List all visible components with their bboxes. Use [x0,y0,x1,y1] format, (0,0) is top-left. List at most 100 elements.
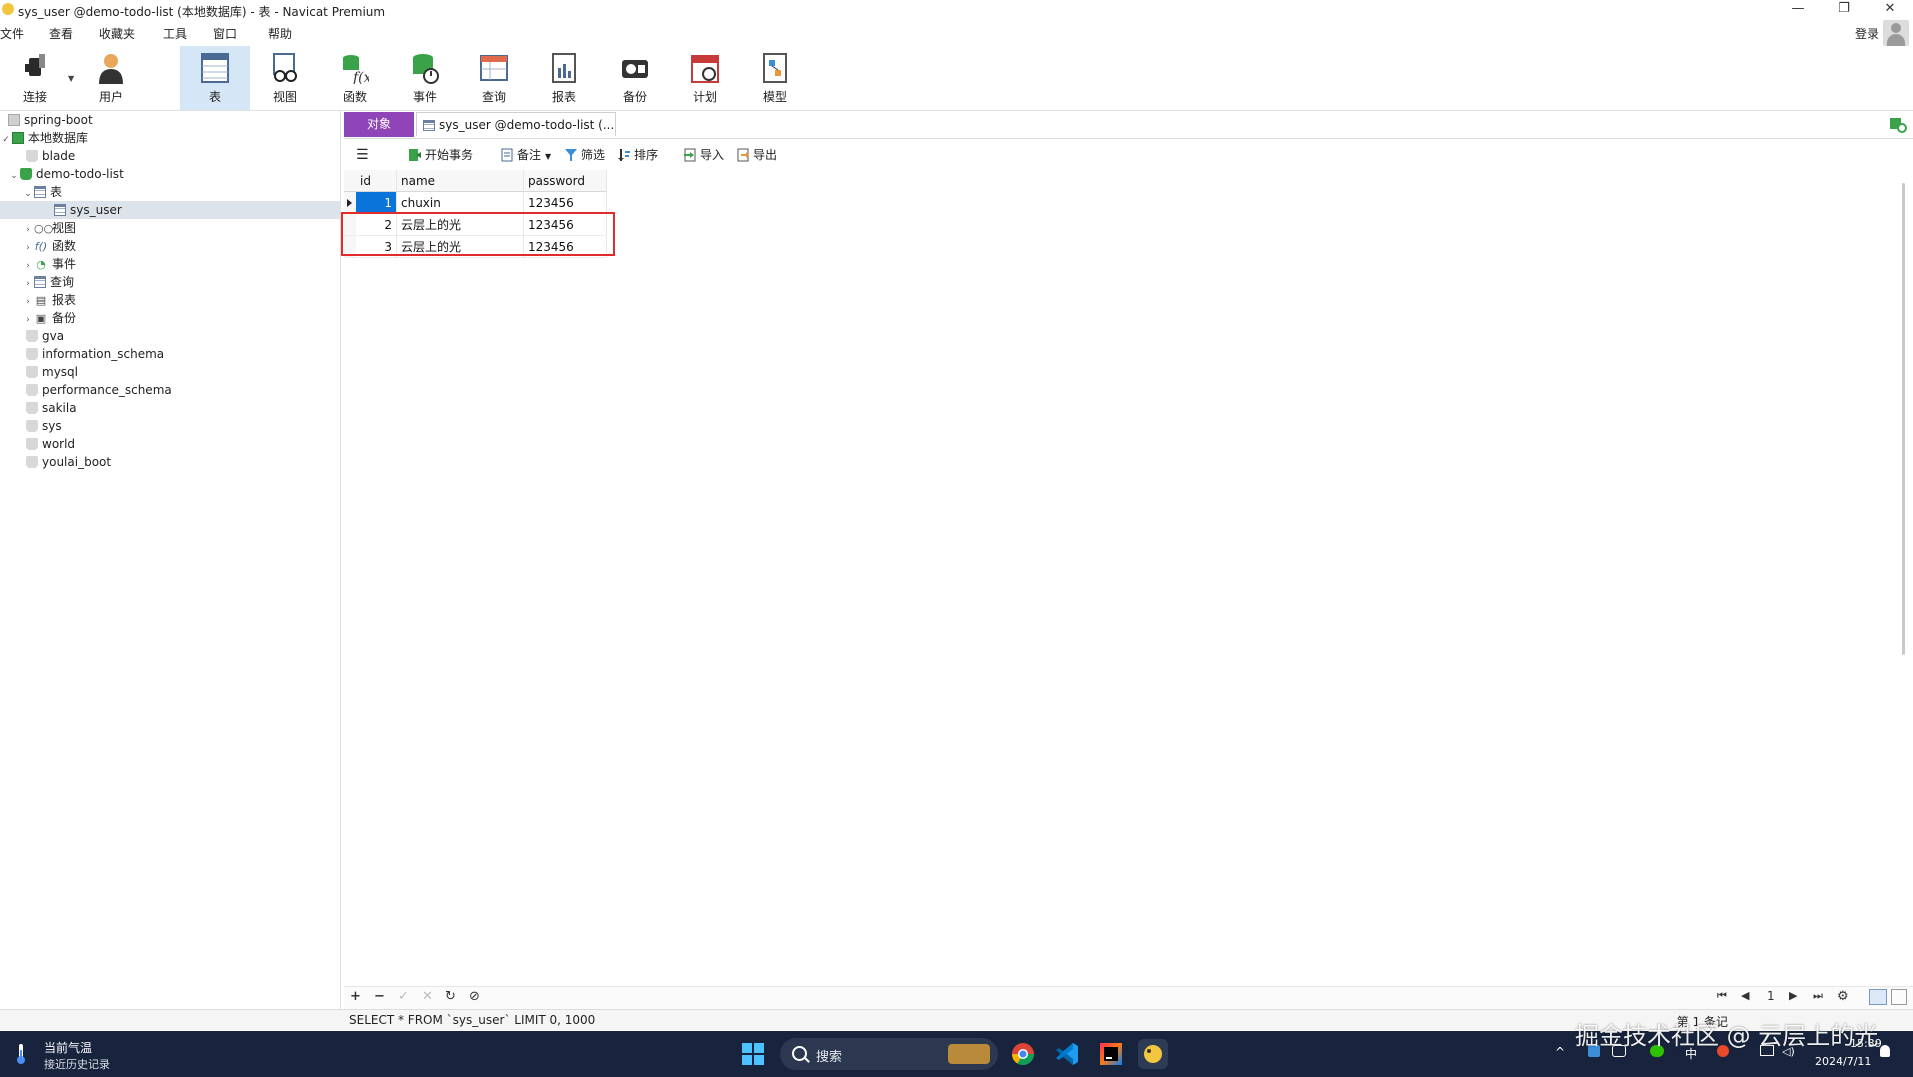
tree-db-performance-schema[interactable]: performance_schema [26,381,172,399]
last-page-button[interactable]: ⏭ [1813,989,1823,1003]
apply-changes-button[interactable]: ✓ [398,989,409,1004]
new-connection-icon[interactable] [1889,115,1907,133]
tree-folder-events[interactable]: › ◔ 事件 [22,255,76,273]
cell-name[interactable]: chuxin [397,192,524,214]
notification-bell-icon[interactable] [1880,1045,1890,1057]
tree-folder-backups[interactable]: › ▣ 备份 [22,309,76,327]
annotation-highlight-box [341,212,615,256]
tree-db-gva[interactable]: gva [26,327,64,345]
tab-objects[interactable]: 对象 [344,112,414,137]
menu-help[interactable]: 帮助 [268,25,292,42]
next-page-button[interactable]: ▶ [1789,989,1797,1002]
toolbar-schedule-button[interactable]: 计划 [670,46,740,110]
note-button[interactable]: 备注 ▼ [500,146,551,164]
prev-page-button[interactable]: ◀ [1741,989,1749,1002]
avatar[interactable] [1883,20,1909,46]
chevron-down-icon[interactable]: ✓ [0,131,12,149]
chevron-down-icon[interactable]: ⌄ [8,167,20,185]
tree-db-demo-todo-list[interactable]: ⌄ demo-todo-list [8,165,124,183]
chevron-down-icon[interactable]: ▼ [545,152,551,161]
taskbar-search-box[interactable]: 搜索 [780,1038,998,1070]
window-title: sys_user @demo-todo-list (本地数据库) - 表 - N… [18,5,386,19]
thermometer-icon [17,1044,25,1064]
toolbar-connect-button[interactable]: 连接 [0,46,70,110]
vscode-app-icon[interactable] [1052,1039,1082,1069]
tree-db-sakila[interactable]: sakila [26,399,77,417]
form-view-icon[interactable] [1891,989,1907,1005]
restore-button[interactable]: ❐ [1821,0,1867,20]
column-header-id[interactable]: id [356,170,397,192]
tree-connection-local[interactable]: ✓ 本地数据库 [0,129,88,147]
tree-folder-tables[interactable]: ⌄ 表 [22,183,62,201]
row-indicator[interactable] [344,192,356,214]
tree-db-mysql[interactable]: mysql [26,363,78,381]
cell-id[interactable]: 1 [356,192,397,214]
toolbar-table-button[interactable]: 表 [180,46,250,110]
import-button[interactable]: 导入 [683,146,724,164]
toolbar-query-button[interactable]: 查询 [459,46,529,110]
chrome-app-icon[interactable] [1008,1039,1038,1069]
windows-start-button[interactable] [742,1043,764,1065]
tree-folder-reports[interactable]: › ▤ 报表 [22,291,76,309]
login-link[interactable]: 登录 [1855,25,1879,42]
database-icon [26,348,38,360]
search-placeholder: 搜索 [816,1050,843,1065]
menu-file[interactable]: 文件 [0,25,24,42]
intellij-app-icon[interactable] [1096,1039,1126,1069]
menu-window[interactable]: 窗口 [213,25,237,42]
close-button[interactable]: ✕ [1867,0,1913,20]
event-icon: ◔ [36,258,46,271]
toolbar-report-button[interactable]: 报表 [529,46,599,110]
filter-icon [565,149,577,161]
column-header-name[interactable]: name [397,170,524,192]
toolbar-event-button[interactable]: 事件 [390,46,460,110]
schedule-icon [691,55,719,83]
tree-folder-functions[interactable]: › f() 函数 [22,237,76,255]
tree-db-world[interactable]: world [26,435,75,453]
connect-dropdown-caret[interactable]: ▼ [68,74,74,83]
add-record-button[interactable]: + [350,989,361,1004]
tray-overflow-chevron[interactable]: ^ [1555,1045,1565,1059]
toolbar-user-button[interactable]: 用户 [76,46,146,110]
vertical-scrollbar[interactable] [1902,183,1905,655]
tree-table-sys-user[interactable]: sys_user [0,201,340,219]
tree-db-blade[interactable]: blade [26,147,75,165]
grid-view-icon[interactable] [1869,989,1887,1005]
tree-folder-views[interactable]: › ○○视图 [22,219,76,237]
settings-gear-icon[interactable]: ⚙ [1837,989,1849,1004]
filter-button[interactable]: 筛选 [564,146,605,164]
sort-button[interactable]: 排序 [617,146,658,164]
toolbar-model-button[interactable]: 模型 [740,46,810,110]
toolbar-backup-button[interactable]: 备份 [600,46,670,110]
menu-tools[interactable]: 工具 [163,25,187,42]
toolbar-view-button[interactable]: 视图 [250,46,320,110]
tab-sys-user[interactable]: sys_user @demo-todo-list (... [416,112,616,136]
menu-favorites[interactable]: 收藏夹 [99,25,135,42]
delete-record-button[interactable]: − [374,989,385,1004]
weather-title[interactable]: 当前气温 [44,1039,92,1056]
refresh-button[interactable]: ↻ [445,989,456,1004]
column-header-password[interactable]: password [524,170,607,192]
toolbar-function-button[interactable]: f(x) 函数 [320,46,390,110]
tree-folder-queries[interactable]: › 查询 [22,273,74,291]
navicat-app-icon [2,3,14,15]
report-icon: ▤ [35,294,47,307]
stop-button[interactable]: ⊘ [469,989,480,1004]
first-page-button[interactable]: ⏮ [1717,989,1727,1003]
tree-connection-spring-boot[interactable]: spring-boot [8,111,93,129]
cell-password[interactable]: 123456 [524,192,607,214]
minimize-button[interactable]: — [1775,0,1821,20]
begin-transaction-button[interactable]: 开始事务 [408,146,473,164]
export-button[interactable]: 导出 [736,146,777,164]
page-number[interactable]: 1 [1767,989,1775,1003]
tree-db-youlai-boot[interactable]: youlai_boot [26,453,111,471]
discard-changes-button[interactable]: ✕ [422,989,433,1004]
tree-db-information-schema[interactable]: information_schema [26,345,164,363]
menu-view[interactable]: 查看 [49,25,73,42]
tree-db-sys[interactable]: sys [26,417,62,435]
weather-subtitle[interactable]: 接近历史记录 [44,1056,110,1072]
menu-icon[interactable]: ☰ [356,146,369,164]
clock-date[interactable]: 2024/7/11 [1815,1055,1871,1068]
toolbar-view-label: 视图 [272,90,297,104]
navicat-taskbar-icon[interactable] [1138,1039,1168,1069]
